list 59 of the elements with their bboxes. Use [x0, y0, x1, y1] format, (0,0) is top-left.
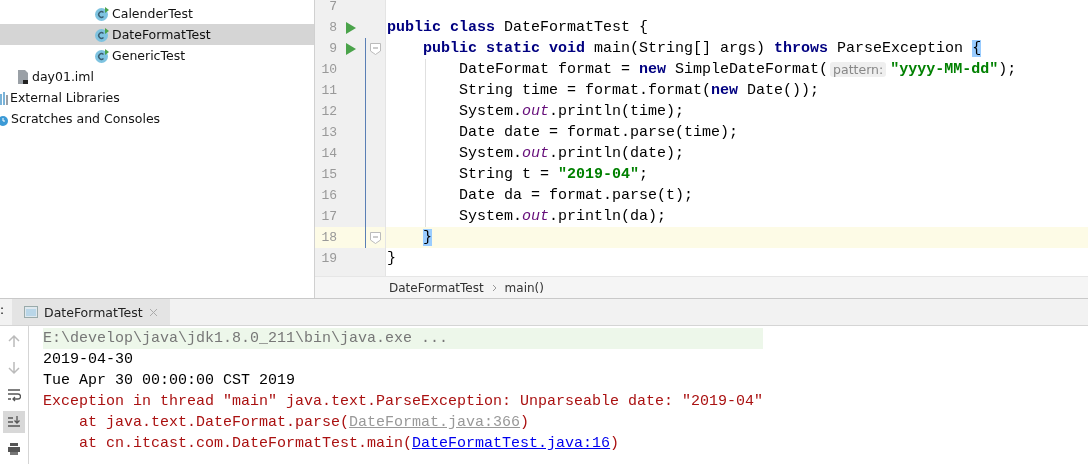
line-number: 11	[320, 83, 337, 98]
tree-item[interactable]: CalenderTest	[0, 3, 314, 24]
fold-icon[interactable]	[369, 42, 381, 55]
line-number: 15	[320, 167, 337, 182]
chevron-icon	[491, 283, 497, 292]
source-link[interactable]: DateFormatTest.java:16	[412, 435, 611, 452]
line-number: 19	[320, 251, 337, 266]
close-icon[interactable]	[148, 307, 158, 317]
code-text: }	[422, 229, 433, 246]
tree-item[interactable]: day01.iml	[0, 66, 314, 87]
panel-label: :	[0, 302, 6, 319]
code-text: public static void main(String[] args) throws ParseException {	[422, 40, 982, 57]
console-text: )	[520, 414, 530, 431]
console-icon	[24, 306, 38, 318]
code-text: Date date = format.parse(time);	[458, 124, 739, 141]
breadcrumb[interactable]: DateFormatTest	[389, 280, 484, 295]
console-text: E:\develop\java\jdk1.8.0_211\bin\java.exe ...	[43, 330, 449, 347]
class-icon	[94, 5, 110, 22]
run-icon[interactable]	[346, 21, 356, 34]
breadcrumb[interactable]: main()	[504, 280, 544, 295]
console-text: Tue Apr 30 00:00:00 CST 2019	[43, 372, 296, 389]
tree-item[interactable]: GenericTest	[0, 45, 314, 66]
fold-icon[interactable]	[369, 231, 381, 244]
tree-item[interactable]: Scratches and Consoles	[0, 108, 314, 129]
run-tab[interactable]: DateFormatTest	[12, 299, 170, 325]
code-text: System.out.println(date);	[458, 145, 685, 162]
code-text: String time = format.format(new Date());	[458, 82, 820, 99]
console-text: Exception in thread "main" java.text.ParseException: Unparseable date: "2019-04"	[43, 393, 764, 410]
code-text: System.out.println(time);	[458, 103, 685, 120]
console-text: at cn.itcast.com.DateFormatTest.main(	[78, 435, 413, 452]
run-icon[interactable]	[346, 42, 356, 55]
class-icon	[94, 26, 110, 43]
library-icon	[0, 90, 8, 105]
code-text: DateFormat format = new SimpleDateFormat(	[458, 61, 829, 78]
line-number: 10	[320, 62, 337, 77]
line-number: 7	[328, 0, 337, 14]
line-number: 12	[320, 104, 337, 119]
line-number: 17	[320, 209, 337, 224]
console-text: )	[610, 435, 620, 452]
code-text: System.out.println(da);	[458, 208, 667, 225]
console-text: at java.text.DateFormat.parse(	[78, 414, 350, 431]
console-text: 2019-04-30	[43, 351, 133, 368]
code-text: }	[387, 250, 396, 267]
line-number: 16	[320, 188, 337, 203]
code-text: public class DateFormatTest {	[387, 19, 649, 36]
class-icon	[94, 47, 110, 64]
line-number: 8	[328, 20, 337, 35]
code-text: "yyyy-MM-dd");	[890, 61, 1017, 78]
code-text: Date da = format.parse(t);	[458, 187, 694, 204]
tree-item[interactable]: DateFormatTest	[0, 24, 314, 45]
line-number: 18	[320, 230, 337, 245]
file-icon	[16, 68, 30, 85]
scroll-to-end-icon[interactable]	[3, 411, 25, 433]
line-number: 14	[320, 146, 337, 161]
code-text: String t = "2019-04";	[458, 166, 649, 183]
line-number: 9	[328, 41, 337, 56]
line-number: 13	[320, 125, 337, 140]
parameter-hint: pattern:	[830, 62, 887, 77]
tree-item[interactable]: External Libraries	[0, 87, 314, 108]
